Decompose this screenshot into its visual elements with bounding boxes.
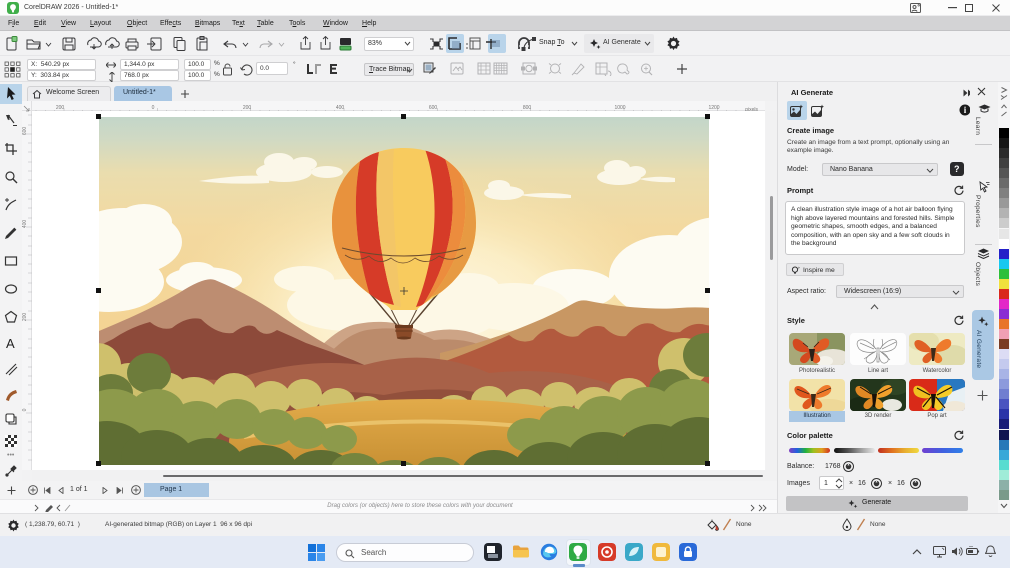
svg-text:0: 0: [22, 408, 28, 411]
svg-text:200: 200: [22, 313, 28, 322]
svg-text:600: 600: [22, 127, 28, 136]
svg-text:400: 400: [22, 220, 28, 229]
svg-text:A: A: [6, 336, 15, 350]
